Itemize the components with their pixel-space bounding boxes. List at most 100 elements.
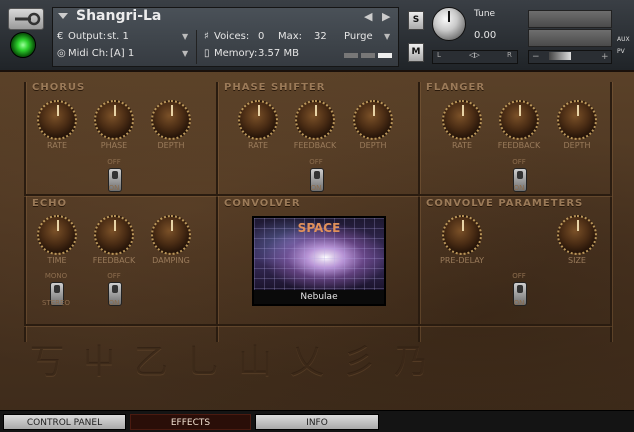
wrench-icon[interactable]: [8, 8, 44, 30]
pan-center-icon: ◁▷: [469, 51, 480, 59]
volume-minus-label: −: [532, 52, 540, 62]
chorus-rate-knob[interactable]: [37, 100, 77, 140]
pan-slider[interactable]: L ◁▷ R: [432, 50, 518, 64]
mute-button[interactable]: M: [408, 43, 424, 62]
purge-dropdown-icon[interactable]: ▼: [384, 32, 390, 41]
size-label: SIZE: [568, 256, 586, 265]
output-select[interactable]: st. 1: [107, 31, 129, 42]
panel-border: [24, 82, 26, 342]
echo-damping-label: DAMPING: [152, 256, 190, 265]
convolver-off-label: OFF: [512, 272, 526, 280]
echo-off-label: OFF: [107, 272, 121, 280]
decorative-glyph-band: 丂屮乙乚山乂彡乃: [30, 342, 446, 382]
kontakt-instrument-window: Shangri-La ◀ ▶ € Output: st. 1 ▼ ♯ Voice…: [0, 0, 634, 432]
section-divider: [24, 324, 612, 326]
chorus-phase-knob[interactable]: [94, 100, 134, 140]
flanger-on-label: ON: [513, 184, 525, 192]
echo-stereo-label: STEREO: [42, 299, 70, 307]
level-meter-right: [528, 29, 612, 47]
midi-channel-label: Midi Ch:: [68, 48, 109, 59]
tune-label: Tune: [474, 9, 496, 19]
memory-label: Memory:: [214, 48, 258, 59]
pv-button[interactable]: PV: [617, 48, 625, 55]
tune-value[interactable]: 0.00: [474, 30, 496, 41]
phaser-off-label: OFF: [309, 158, 323, 166]
convolver-preset-name[interactable]: Nebulae: [254, 290, 384, 304]
memory-value: 3.57 MB: [258, 48, 299, 59]
voices-value: 0: [258, 31, 265, 42]
chorus-off-label: OFF: [107, 158, 121, 166]
tab-effects[interactable]: EFFECTS: [130, 414, 251, 430]
power-led-icon[interactable]: [10, 32, 36, 58]
flanger-feedback-knob[interactable]: [499, 100, 539, 140]
chorus-on-label: ON: [108, 184, 120, 192]
midi-dropdown-icon[interactable]: ▼: [182, 49, 188, 58]
size-knob[interactable]: [557, 215, 597, 255]
max-voices-label: Max:: [278, 31, 303, 42]
volume-slider[interactable]: − +: [528, 50, 612, 64]
phaser-depth-label: DEPTH: [359, 141, 387, 150]
volume-plus-label: +: [601, 52, 609, 62]
instrument-dropdown-icon[interactable]: [58, 13, 68, 19]
midi-icon: ◎: [57, 48, 66, 59]
echo-damping-knob[interactable]: [151, 215, 191, 255]
convolver-display[interactable]: SPACE Nebulae: [252, 216, 386, 306]
output-dropdown-icon[interactable]: ▼: [182, 32, 188, 41]
voices-icon: ♯: [204, 31, 209, 42]
output-label: Output:: [68, 31, 107, 42]
instrument-header: Shangri-La ◀ ▶ € Output: st. 1 ▼ ♯ Voice…: [0, 0, 634, 71]
output-icon: €: [57, 31, 64, 42]
convolver-title: CONVOLVER: [224, 198, 301, 209]
echo-time-knob[interactable]: [37, 215, 77, 255]
voices-label: Voices:: [214, 31, 250, 42]
memory-meter-segment: [361, 53, 375, 58]
convolver-display-title: SPACE: [297, 221, 341, 235]
max-voices-value[interactable]: 32: [314, 31, 327, 42]
flanger-title: FLANGER: [426, 82, 486, 93]
nebula-image: SPACE: [254, 218, 384, 290]
prev-instrument-icon[interactable]: ◀: [364, 10, 372, 23]
section-divider: [216, 82, 218, 342]
tab-bar: CONTROL PANEL EFFECTS INFO: [0, 410, 634, 432]
purge-menu[interactable]: Purge: [344, 31, 373, 42]
echo-feedback-knob[interactable]: [94, 215, 134, 255]
next-instrument-icon[interactable]: ▶: [382, 10, 390, 23]
echo-on-label: ON: [108, 299, 120, 307]
pan-left-label: L: [437, 51, 441, 59]
pan-right-label: R: [507, 51, 512, 59]
tab-info[interactable]: INFO: [255, 414, 379, 430]
chorus-title: CHORUS: [32, 82, 86, 93]
echo-mono-label: MONO: [44, 272, 68, 280]
flanger-off-label: OFF: [512, 158, 526, 166]
phaser-rate-knob[interactable]: [238, 100, 278, 140]
midi-channel-select[interactable]: [A] 1: [110, 48, 134, 59]
level-meter-left: [528, 10, 612, 28]
section-divider: [418, 82, 420, 342]
convolver-on-label: ON: [513, 299, 525, 307]
tune-knob[interactable]: [432, 7, 466, 41]
pre-delay-label: PRE-DELAY: [440, 256, 484, 265]
volume-fill: [549, 52, 571, 60]
divider: [196, 30, 197, 64]
convolve-parameters-title: CONVOLVE PARAMETERS: [426, 198, 584, 209]
panel-border: [610, 82, 612, 342]
chorus-depth-label: DEPTH: [157, 141, 185, 150]
phase-shifter-title: PHASE SHIFTER: [224, 82, 326, 93]
flanger-rate-knob[interactable]: [442, 100, 482, 140]
memory-meter-segment: [378, 53, 392, 58]
chorus-depth-knob[interactable]: [151, 100, 191, 140]
section-divider: [24, 194, 612, 196]
flanger-depth-knob[interactable]: [557, 100, 597, 140]
memory-meter-segment: [344, 53, 358, 58]
phaser-on-label: ON: [310, 184, 322, 192]
memory-icon: ▯: [204, 48, 210, 59]
tab-control-panel[interactable]: CONTROL PANEL: [3, 414, 126, 430]
aux-button[interactable]: AUX: [617, 36, 630, 43]
pre-delay-knob[interactable]: [442, 215, 482, 255]
solo-button[interactable]: S: [408, 11, 424, 30]
phaser-feedback-knob[interactable]: [295, 100, 335, 140]
phaser-depth-knob[interactable]: [353, 100, 393, 140]
echo-title: ECHO: [32, 198, 68, 209]
instrument-name[interactable]: Shangri-La: [76, 8, 161, 24]
flanger-depth-label: DEPTH: [563, 141, 591, 150]
